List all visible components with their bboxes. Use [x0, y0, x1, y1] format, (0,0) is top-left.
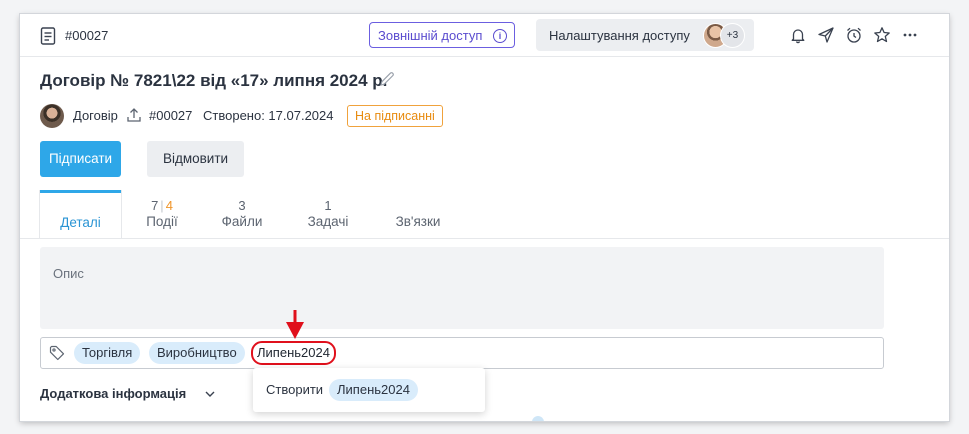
- sign-button[interactable]: Підписати: [40, 141, 121, 177]
- alarm-clock-icon[interactable]: [845, 26, 863, 44]
- document-number: #00027: [65, 28, 109, 43]
- tab-tasks[interactable]: 1 Задачі: [294, 190, 362, 238]
- tab-count: 1: [324, 198, 332, 213]
- annotation-arrow-icon: [286, 310, 304, 339]
- tab-count: [384, 198, 452, 213]
- star-icon[interactable]: [873, 26, 891, 44]
- tag-chip[interactable]: Виробництво: [149, 342, 245, 364]
- document-icon: [40, 27, 56, 45]
- tag-chip[interactable]: Торгівля: [74, 342, 141, 364]
- partial-element: [532, 416, 544, 421]
- document-id: #00027: [149, 108, 193, 123]
- additional-info-toggle[interactable]: Додаткова інформація: [40, 386, 186, 401]
- tab-events[interactable]: 7 | 4 Події: [128, 190, 196, 238]
- tab-bar: Деталі 7 | 4 Події 3 Файли 1 Задачі Зв'язк…: [20, 190, 949, 239]
- tab-label: Зв'язки: [395, 214, 441, 229]
- info-icon: i: [493, 29, 507, 43]
- decline-button[interactable]: Відмовити: [147, 141, 244, 177]
- document-type: Договір: [73, 108, 118, 123]
- external-access-label: Зовнішній доступ: [378, 28, 483, 43]
- tab-details[interactable]: Деталі: [40, 190, 121, 238]
- tab-label: Файли: [221, 214, 263, 229]
- bell-icon[interactable]: [789, 26, 807, 44]
- tab-label: Деталі: [60, 215, 101, 230]
- tag-typed-text[interactable]: Липень2024: [251, 341, 336, 365]
- tab-label: Події: [146, 214, 178, 229]
- access-settings-button[interactable]: Налаштування доступу +3: [536, 19, 754, 51]
- description-field[interactable]: Опис: [40, 247, 884, 329]
- document-title: Договір № 7821\22 від «17» липня 2024 р.: [40, 71, 388, 90]
- document-panel: #00027 Зовнішній доступ i Налаштування д…: [20, 14, 949, 421]
- avatar[interactable]: [40, 104, 64, 128]
- tags-input[interactable]: Торгівля Виробництво Липень2024: [40, 337, 884, 369]
- tab-files[interactable]: 3 Файли: [208, 190, 276, 238]
- tab-count: 7 | 4: [151, 198, 173, 213]
- send-icon[interactable]: [817, 26, 835, 44]
- tab-links[interactable]: Зв'язки: [384, 190, 452, 238]
- create-label: Створити: [266, 382, 324, 397]
- top-toolbar: #00027 Зовнішній доступ i Налаштування д…: [20, 14, 949, 57]
- description-label: Опис: [53, 266, 84, 281]
- tab-count: 3: [238, 198, 246, 213]
- tab-label: Задачі: [307, 214, 349, 229]
- new-tag-chip: Липень2024: [329, 379, 418, 401]
- more-users-count: +3: [720, 23, 745, 48]
- tag-icon: [49, 345, 65, 361]
- created-date: Створено: 17.07.2024: [203, 108, 334, 123]
- status-badge: На підписанні: [347, 105, 443, 127]
- access-settings-label: Налаштування доступу: [549, 28, 690, 43]
- edit-icon[interactable]: [378, 70, 396, 88]
- more-icon[interactable]: [901, 26, 919, 44]
- tag-suggestion-dropdown: Створити Липень2024: [253, 368, 485, 412]
- upload-icon[interactable]: [125, 106, 143, 124]
- chevron-down-icon[interactable]: [204, 388, 216, 400]
- document-meta: Договір #00027 Створено: 17.07.2024 На п…: [40, 104, 640, 128]
- external-access-button[interactable]: Зовнішній доступ i: [369, 22, 515, 48]
